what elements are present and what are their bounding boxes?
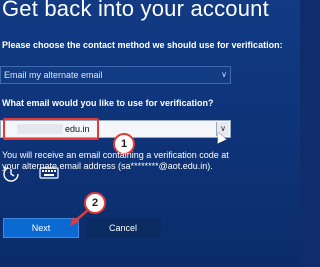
contact-method-label: Please choose the contact method we shou… <box>2 40 283 50</box>
contact-method-select[interactable]: Email my alternate email ∨ <box>0 66 231 84</box>
step-callout-2: 2 <box>84 192 106 214</box>
chevron-down-icon: ∨ <box>221 70 227 79</box>
info-line-1: You will receive an email containing a v… <box>2 150 229 160</box>
keyboard-icon[interactable] <box>38 163 60 183</box>
ease-of-access-icon[interactable] <box>0 163 22 183</box>
recovery-page: Get back into your account Please choose… <box>0 0 300 267</box>
email-question-label: What email would you like to use for ver… <box>2 98 214 108</box>
page-title: Get back into your account <box>2 0 269 21</box>
email-highlight-box <box>3 118 99 140</box>
contact-method-value: Email my alternate email <box>4 70 103 80</box>
cancel-button[interactable]: Cancel <box>85 218 161 238</box>
next-button[interactable]: Next <box>3 218 79 238</box>
